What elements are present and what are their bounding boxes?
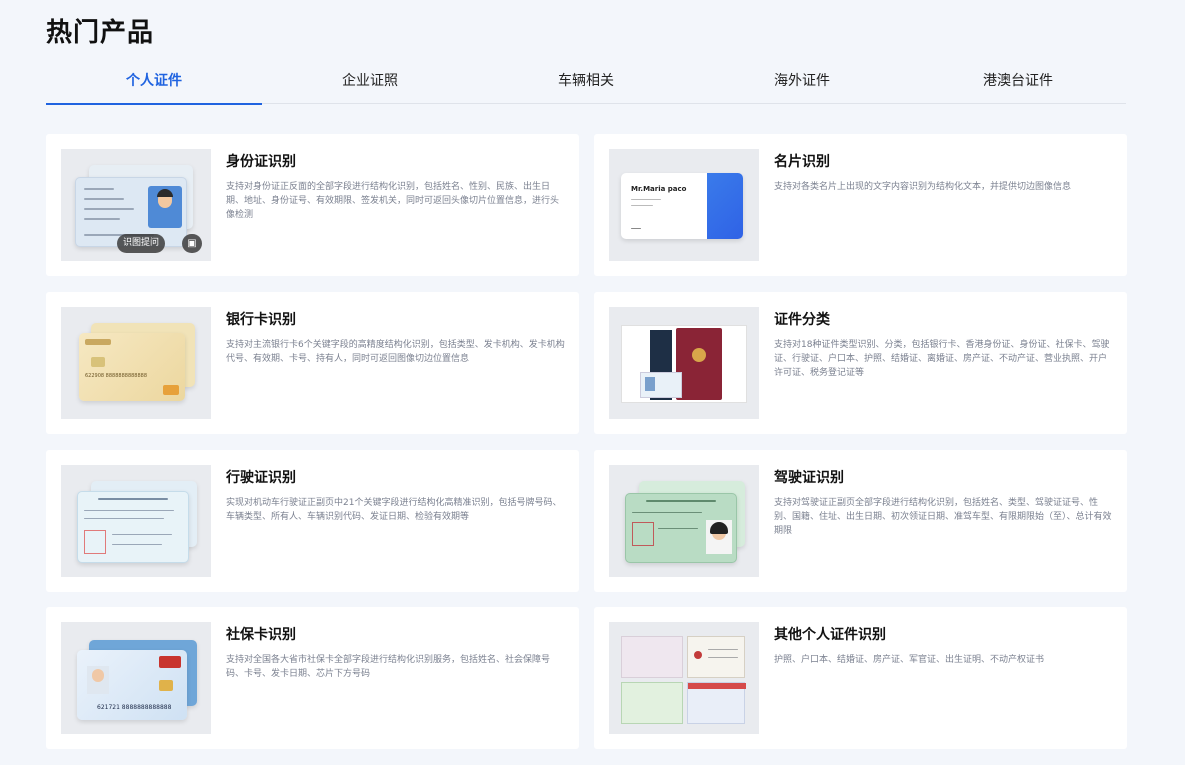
tab-personal-id[interactable]: 个人证件 (46, 58, 262, 105)
driver-license-illustration (609, 465, 759, 577)
social-card-number: 621721 8888888888888 (97, 704, 172, 711)
card-title: 行驶证识别 (226, 470, 296, 486)
category-tabs: 个人证件 企业证照 车辆相关 海外证件 港澳台证件 (46, 58, 1126, 105)
bank-card-illustration: 622908 8888888888888 (61, 307, 211, 419)
card-description: 支持对主流银行卡6个关键字段的高精度结构化识别，包括类型、发卡机构、发卡机构代号… (226, 340, 565, 364)
business-card-illustration: Mr.Maria paco (609, 149, 759, 261)
social-security-illustration: 621721 8888888888888 (61, 622, 211, 734)
product-card-bank-card[interactable]: 622908 8888888888888 银行卡识别 支持对主流银行卡6个关键字… (46, 292, 579, 434)
card-description: 支持对全国各大省市社保卡全部字段进行结构化识别服务，包括姓名、社会保障号码、卡号… (226, 655, 551, 679)
page-title: 热门产品 (46, 18, 155, 48)
vehicle-license-illustration (61, 465, 211, 577)
id-card-illustration: 识图提问 ▣ (61, 149, 211, 261)
ask-by-image-button[interactable]: 识图提问 (117, 234, 166, 253)
product-card-business-card[interactable]: Mr.Maria paco 名片识别 支持对各类名片上出现的文字内容识别为结构化… (594, 134, 1127, 276)
card-description: 支持对驾驶证正副页全部字段进行结构化识别，包括姓名、类型、驾驶证证号、性别、国籍… (774, 498, 1112, 536)
product-card-id-card[interactable]: 识图提问 ▣ 身份证识别 支持对身份证正反面的全部字段进行结构化识别，包括姓名、… (46, 134, 579, 276)
card-title: 社保卡识别 (226, 627, 296, 643)
doc-classification-illustration (609, 307, 759, 419)
card-title: 身份证识别 (226, 154, 296, 170)
bank-card-number: 622908 8888888888888 (85, 373, 148, 379)
tab-hk-macau-taiwan-id[interactable]: 港澳台证件 (910, 58, 1126, 104)
card-title: 名片识别 (774, 154, 830, 170)
tab-vehicle[interactable]: 车辆相关 (478, 58, 694, 104)
product-card-social-security[interactable]: 621721 8888888888888 社保卡识别 支持对全国各大省市社保卡全… (46, 607, 579, 749)
image-icon[interactable]: ▣ (182, 234, 202, 253)
card-title: 证件分类 (774, 312, 830, 328)
card-title: 其他个人证件识别 (774, 627, 886, 643)
product-card-vehicle-license[interactable]: 行驶证识别 实现对机动车行驶证正副页中21个关键字段进行结构化高精准识别，包括号… (46, 450, 579, 592)
card-description: 支持对身份证正反面的全部字段进行结构化识别，包括姓名、性别、民族、出生日期、地址… (226, 182, 560, 220)
tab-overseas-id[interactable]: 海外证件 (694, 58, 910, 104)
card-description: 支持对各类名片上出现的文字内容识别为结构化文本，并提供切边图像信息 (774, 182, 1072, 192)
product-card-driver-license[interactable]: 驾驶证识别 支持对驾驶证正副页全部字段进行结构化识别，包括姓名、类型、驾驶证证号… (594, 450, 1127, 592)
card-description: 护照、户口本、结婚证、房产证、军官证、出生证明、不动产权证书 (774, 655, 1045, 665)
card-description: 支持对18种证件类型识别、分类，包括银行卡、香港身份证、身份证、社保卡、驾驶证、… (774, 340, 1110, 378)
card-description: 实现对机动车行驶证正副页中21个关键字段进行结构化高精准识别，包括号牌号码、车辆… (226, 498, 562, 522)
product-card-other-docs[interactable]: 其他个人证件识别 护照、户口本、结婚证、房产证、军官证、出生证明、不动产权证书 (594, 607, 1127, 749)
other-docs-illustration (609, 622, 759, 734)
product-card-doc-classification[interactable]: 证件分类 支持对18种证件类型识别、分类，包括银行卡、香港身份证、身份证、社保卡… (594, 292, 1127, 434)
card-title: 驾驶证识别 (774, 470, 844, 486)
tab-enterprise-license[interactable]: 企业证照 (262, 58, 478, 104)
business-card-name: Mr.Maria paco (631, 185, 687, 193)
card-title: 银行卡识别 (226, 312, 296, 328)
